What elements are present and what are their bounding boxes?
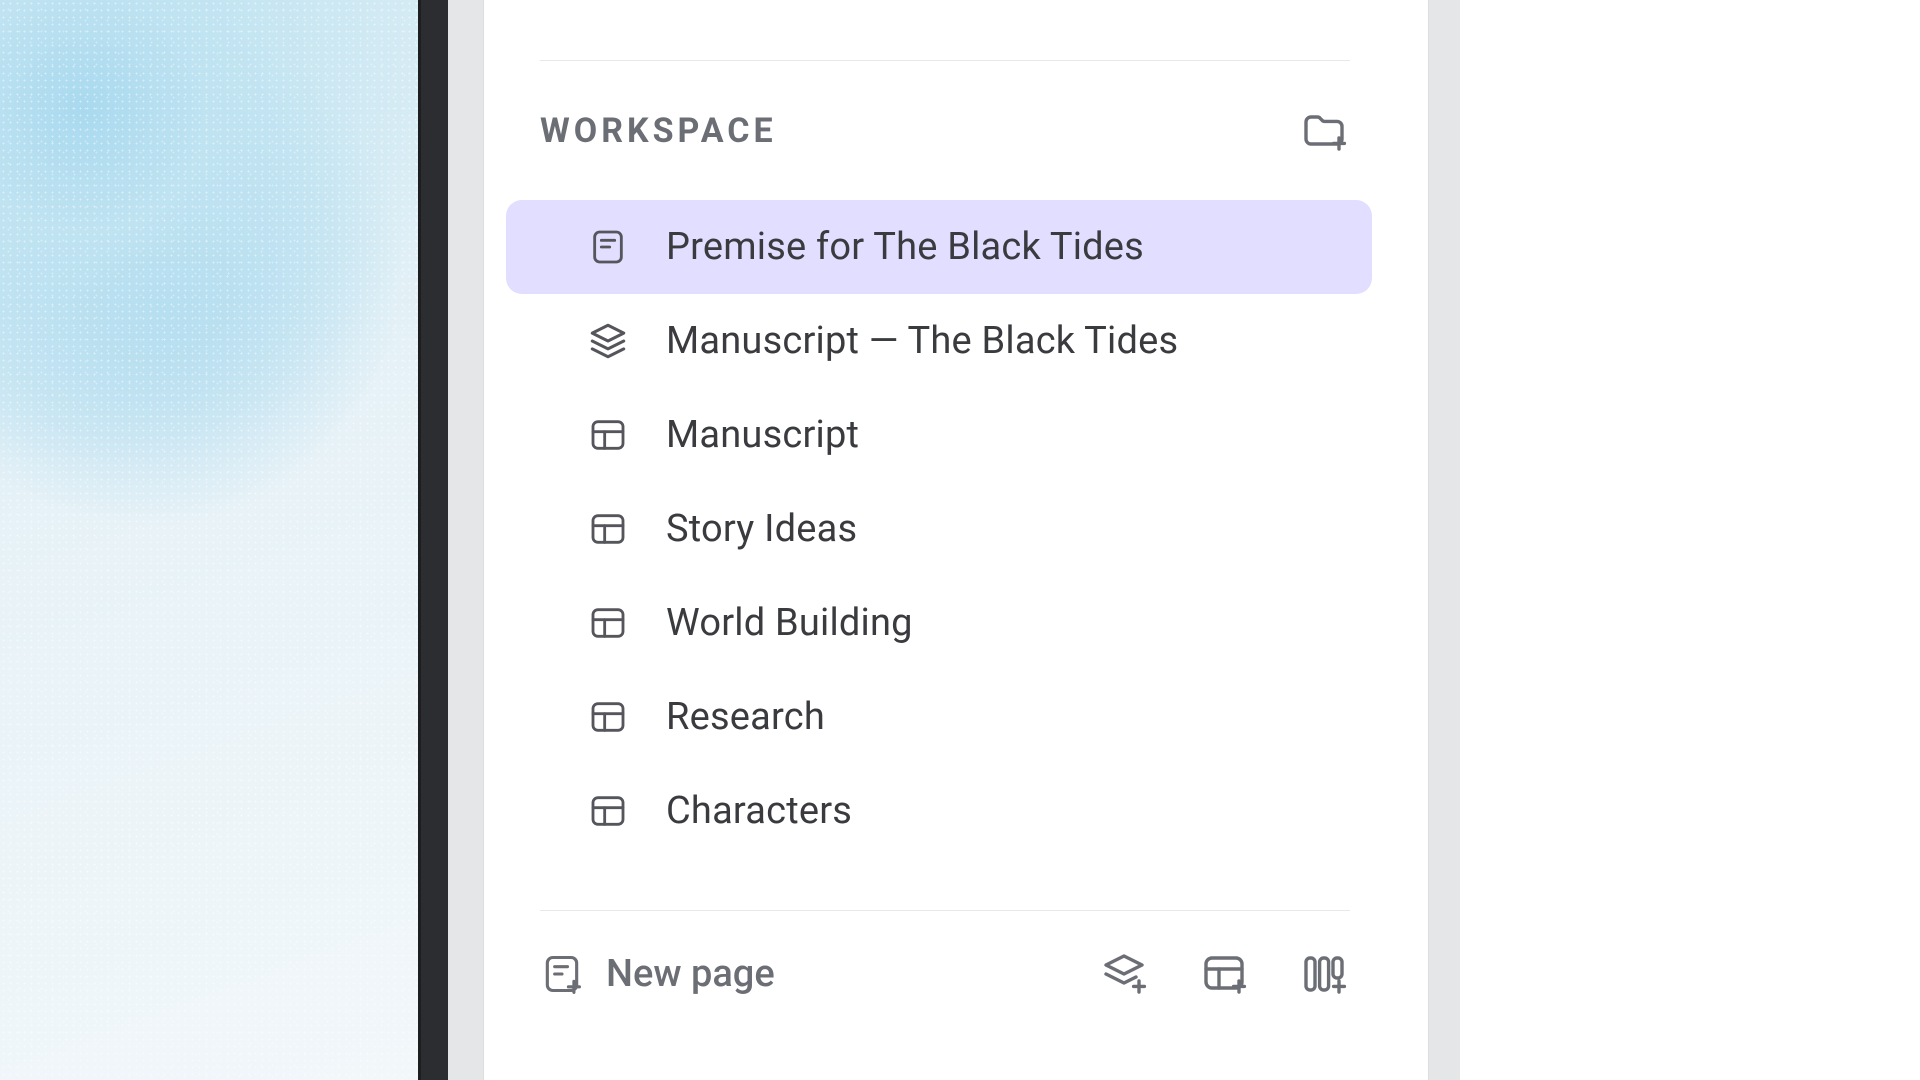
table-plus-icon	[1200, 950, 1248, 998]
board-plus-icon	[1300, 950, 1348, 998]
stack-icon	[586, 319, 630, 363]
workspace-item[interactable]: Manuscript	[506, 388, 1372, 482]
workspace-item-label: Characters	[666, 789, 852, 833]
workspace-item[interactable]: Research	[506, 670, 1372, 764]
table-icon	[586, 507, 630, 551]
new-page-label: New page	[606, 952, 775, 996]
new-stack-button[interactable]	[1098, 948, 1150, 1000]
bottom-actions	[1098, 948, 1350, 1000]
workspace-item-label: Premise for The Black Tides	[666, 225, 1144, 269]
note-icon	[586, 225, 630, 269]
workspace-item-label: Story Ideas	[666, 507, 857, 551]
workspace-item[interactable]: World Building	[506, 576, 1372, 670]
new-table-button[interactable]	[1198, 948, 1250, 1000]
workspace-item[interactable]: Story Ideas	[506, 482, 1372, 576]
workspace-item-label: Manuscript — The Black Tides	[666, 319, 1178, 363]
table-icon	[586, 789, 630, 833]
workspace-item[interactable]: Manuscript — The Black Tides	[506, 294, 1372, 388]
content-area-blank	[1460, 0, 1920, 1080]
divider	[540, 910, 1350, 911]
desktop-wallpaper	[0, 0, 418, 1080]
workspace-nav: Premise for The Black Tides Manuscript — …	[506, 200, 1372, 858]
workspace-item-label: Research	[666, 695, 825, 739]
divider	[540, 60, 1350, 61]
workspace-item[interactable]: Characters	[506, 764, 1372, 858]
stack-plus-icon	[1100, 950, 1148, 998]
workspace-section-header: WORKSPACE	[540, 105, 1350, 157]
folder-plus-icon	[1300, 107, 1348, 155]
new-folder-button[interactable]	[1298, 105, 1350, 157]
table-icon	[586, 695, 630, 739]
workspace-bottom-bar: New page	[540, 948, 1350, 1000]
workspace-item-label: World Building	[666, 601, 913, 645]
table-icon	[586, 601, 630, 645]
workspace-section-title: WORKSPACE	[540, 111, 777, 151]
new-page-button[interactable]: New page	[540, 952, 775, 996]
workspace-item[interactable]: Premise for The Black Tides	[506, 200, 1372, 294]
new-board-button[interactable]	[1298, 948, 1350, 1000]
workspace-item-label: Manuscript	[666, 413, 859, 457]
table-icon	[586, 413, 630, 457]
note-plus-icon	[540, 952, 584, 996]
